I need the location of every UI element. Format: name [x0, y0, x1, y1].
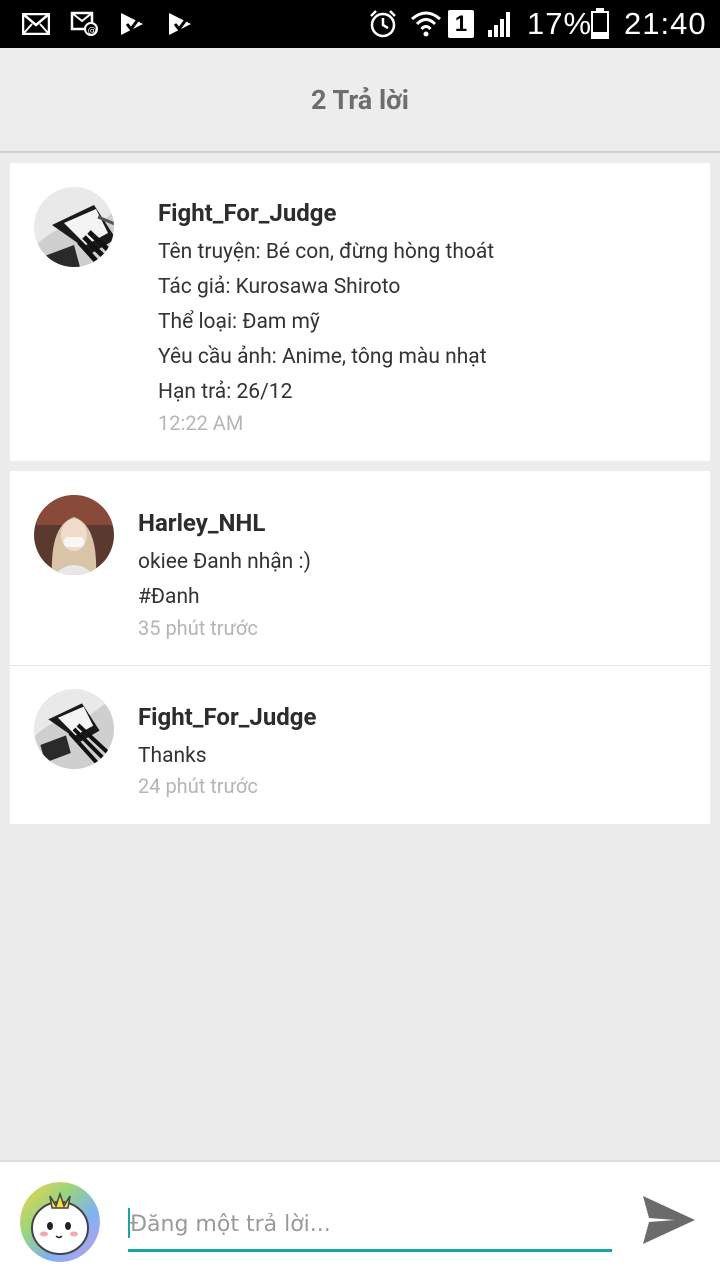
reply-timestamp: 35 phút trước [138, 616, 258, 640]
alarm-icon [367, 8, 399, 40]
svg-text:@: @ [88, 26, 97, 36]
avatar[interactable] [20, 1182, 100, 1262]
wifi-icon [410, 8, 442, 40]
clock: 21:40 [624, 6, 707, 41]
email-notification-icon: @ [70, 8, 100, 40]
play-store-icon [118, 8, 146, 40]
replies-header: 2 Trả lời [0, 48, 720, 153]
post-line: Tác giả: Kurosawa Shiroto [158, 275, 401, 299]
original-post-card: Fight_For_Judge Tên truyện: Bé con, đừng… [10, 163, 710, 461]
reply-author-name[interactable]: Harley_NHL [138, 509, 265, 537]
page-title: 2 Trả lời [311, 83, 409, 116]
sim-slot-label: 1 [454, 11, 468, 36]
reply-input[interactable] [128, 1200, 612, 1252]
avatar[interactable] [34, 187, 114, 267]
status-bar: @ 1 17% 21:40 [0, 0, 720, 48]
post-line: Yêu cầu ảnh: Anime, tông màu nhạt [158, 345, 487, 369]
reply-text: Thanks [138, 744, 207, 768]
battery-percentage: 17% [527, 6, 593, 41]
reply-timestamp: 24 phút trước [138, 774, 258, 798]
battery-icon [590, 8, 610, 40]
avatar[interactable] [34, 495, 114, 575]
text-cursor [128, 1208, 130, 1238]
list-item: Fight_For_Judge Thanks 24 phút trước [10, 666, 710, 824]
reply-composer [0, 1160, 720, 1280]
reply-text: #Đanh [138, 585, 200, 609]
send-icon [641, 1194, 697, 1250]
post-line: Thể loại: Đam mỹ [158, 310, 320, 334]
reply-text: okiee Đanh nhận :) [138, 550, 311, 574]
play-store-icon [166, 8, 194, 40]
post-author-name[interactable]: Fight_For_Judge [158, 199, 336, 227]
post-line: Hạn trả: 26/12 [158, 380, 293, 404]
list-item: Harley_NHL okiee Đanh nhận :) #Đanh 35 p… [10, 471, 710, 665]
avatar[interactable] [34, 689, 114, 769]
reply-author-name[interactable]: Fight_For_Judge [138, 703, 316, 731]
post-timestamp: 12:22 AM [158, 411, 244, 435]
mail-icon [22, 8, 50, 40]
sim-icon: 1 [448, 10, 474, 38]
replies-list: Harley_NHL okiee Đanh nhận :) #Đanh 35 p… [10, 471, 710, 824]
send-button[interactable] [638, 1192, 700, 1252]
signal-icon [486, 8, 514, 40]
post-line: Tên truyện: Bé con, đừng hòng thoát [158, 240, 495, 264]
